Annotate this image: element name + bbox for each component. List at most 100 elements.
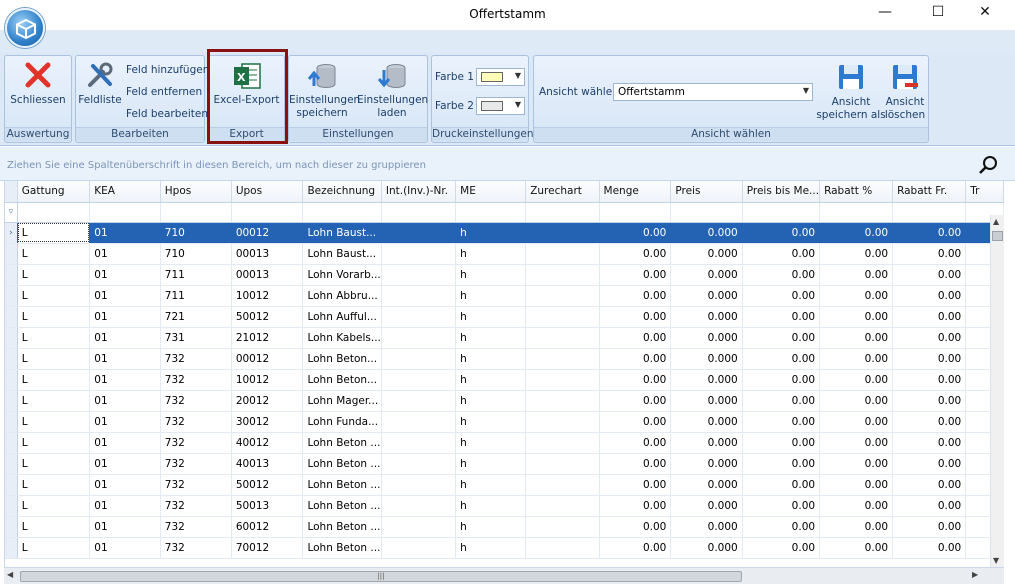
table-cell[interactable]: 710 [160, 243, 232, 265]
column-header[interactable]: Bezeichnung [302, 181, 382, 203]
table-row[interactable]: L 01 732 40013 Lohn Beton ... h 0.00 0.000 0.00 0… [5, 453, 1004, 475]
table-cell[interactable]: 0.00 [892, 537, 967, 559]
table-cell[interactable]: 0.00 [892, 432, 967, 454]
table-cell[interactable] [525, 264, 600, 286]
table-cell[interactable]: 0.00 [892, 285, 967, 307]
table-cell[interactable]: h [455, 243, 527, 265]
filter-cell[interactable] [742, 202, 821, 223]
vertical-scrollbar[interactable]: ▲ ▼ [990, 215, 1004, 567]
table-row[interactable]: L 01 732 20012 Lohn Mager... h 0.00 0.000 0.00 0.… [5, 390, 1004, 412]
table-cell[interactable]: 0.00 [599, 306, 672, 328]
table-row[interactable]: L 01 732 40012 Lohn Beton ... h 0.00 0.000 0.00 0… [5, 432, 1004, 454]
table-cell[interactable]: L [17, 537, 91, 559]
table-cell[interactable]: 0.00 [892, 222, 967, 244]
table-cell[interactable]: 0.000 [670, 537, 743, 559]
table-cell[interactable]: 732 [160, 432, 232, 454]
table-cell[interactable]: 0.00 [742, 516, 821, 538]
einstellungen-speichern-button[interactable]: Einstellungen speichern [289, 62, 360, 120]
table-cell[interactable]: 10012 [231, 285, 304, 307]
row-indicator[interactable] [5, 348, 18, 370]
table-cell[interactable]: 0.00 [599, 474, 672, 496]
table-cell[interactable]: h [455, 285, 527, 307]
table-cell[interactable]: 20012 [231, 390, 304, 412]
table-cell[interactable]: 0.00 [819, 348, 894, 370]
table-cell[interactable] [381, 327, 457, 349]
table-cell[interactable]: 721 [160, 306, 232, 328]
table-cell[interactable]: 0.00 [742, 432, 821, 454]
close-button[interactable]: ✕ [971, 4, 999, 26]
table-cell[interactable]: 01 [89, 222, 161, 244]
table-cell[interactable]: 0.00 [819, 264, 894, 286]
table-cell[interactable] [525, 390, 600, 412]
table-cell[interactable]: 0.00 [892, 243, 967, 265]
column-header[interactable]: Preis [670, 181, 743, 203]
row-indicator[interactable] [5, 264, 18, 286]
farbe2-picker[interactable]: ▼ [476, 97, 525, 115]
table-cell[interactable]: 01 [89, 390, 161, 412]
table-cell[interactable] [381, 411, 457, 433]
vertical-scroll-thumb[interactable] [992, 231, 1003, 241]
table-cell[interactable]: L [17, 222, 91, 244]
feld-bearbeiten-button[interactable]: Feld bearbeiten [126, 108, 208, 120]
table-cell[interactable]: 0.00 [742, 474, 821, 496]
table-cell[interactable]: 01 [89, 327, 161, 349]
table-cell[interactable]: 711 [160, 264, 232, 286]
table-cell[interactable]: Lohn Beton ... [302, 516, 382, 538]
horizontal-scroll-thumb[interactable]: ||| [20, 571, 742, 582]
table-cell[interactable]: 0.00 [892, 516, 967, 538]
horizontal-scrollbar[interactable]: ◀ ||| ▶ [4, 567, 1004, 584]
table-cell[interactable]: 0.000 [670, 264, 743, 286]
table-cell[interactable]: 01 [89, 474, 161, 496]
row-indicator[interactable] [5, 369, 18, 391]
table-cell[interactable]: 710 [160, 222, 232, 244]
feld-hinzufuegen-button[interactable]: Feld hinzufügen [126, 64, 209, 76]
table-cell[interactable] [525, 306, 600, 328]
row-indicator[interactable] [5, 285, 18, 307]
table-cell[interactable]: 0.00 [892, 306, 967, 328]
column-header[interactable]: Rabatt % [819, 181, 894, 203]
table-cell[interactable] [381, 432, 457, 454]
scroll-left-arrow[interactable]: ◀ [7, 570, 13, 579]
table-cell[interactable] [525, 222, 600, 244]
group-by-panel[interactable]: Ziehen Sie eine Spaltenüberschrift in di… [0, 147, 1015, 181]
table-cell[interactable]: 0.00 [742, 264, 821, 286]
table-cell[interactable]: 0.00 [892, 411, 967, 433]
table-cell[interactable]: 21012 [231, 327, 304, 349]
table-cell[interactable] [381, 537, 457, 559]
table-cell[interactable]: 0.000 [670, 369, 743, 391]
table-row[interactable]: › L 01 710 00012 Lohn Baust... h 0.00 0.000 0.00 0… [5, 222, 1004, 244]
table-cell[interactable]: 0.000 [670, 516, 743, 538]
table-cell[interactable]: 00013 [231, 243, 304, 265]
table-cell[interactable]: 00012 [231, 348, 304, 370]
table-cell[interactable]: h [455, 537, 527, 559]
table-cell[interactable]: 0.00 [599, 348, 672, 370]
schliessen-button[interactable]: Schliessen [7, 60, 69, 107]
table-cell[interactable]: L [17, 369, 91, 391]
table-cell[interactable]: Lohn Beton... [302, 348, 382, 370]
table-cell[interactable] [525, 432, 600, 454]
table-cell[interactable]: 01 [89, 306, 161, 328]
row-indicator[interactable] [5, 453, 18, 475]
table-cell[interactable]: L [17, 453, 91, 475]
table-cell[interactable]: 0.00 [892, 495, 967, 517]
table-cell[interactable] [381, 264, 457, 286]
table-cell[interactable]: 01 [89, 537, 161, 559]
table-cell[interactable]: h [455, 348, 527, 370]
table-cell[interactable]: 0.00 [819, 453, 894, 475]
table-cell[interactable]: 70012 [231, 537, 304, 559]
table-cell[interactable]: 01 [89, 243, 161, 265]
table-cell[interactable]: Lohn Beton... [302, 369, 382, 391]
ansicht-speichern-als-button[interactable]: Ansicht speichern als [816, 62, 886, 122]
table-cell[interactable]: 01 [89, 411, 161, 433]
table-cell[interactable]: 01 [89, 432, 161, 454]
table-cell[interactable]: h [455, 432, 527, 454]
scroll-right-arrow[interactable]: ▶ [972, 570, 978, 579]
filter-cell[interactable] [231, 202, 304, 223]
table-cell[interactable]: Lohn Beton ... [302, 537, 382, 559]
table-cell[interactable]: 732 [160, 537, 232, 559]
table-cell[interactable]: 0.00 [819, 285, 894, 307]
table-cell[interactable] [525, 327, 600, 349]
table-cell[interactable]: Lohn Mager... [302, 390, 382, 412]
filter-cell[interactable] [599, 202, 672, 223]
table-cell[interactable]: 0.00 [892, 390, 967, 412]
